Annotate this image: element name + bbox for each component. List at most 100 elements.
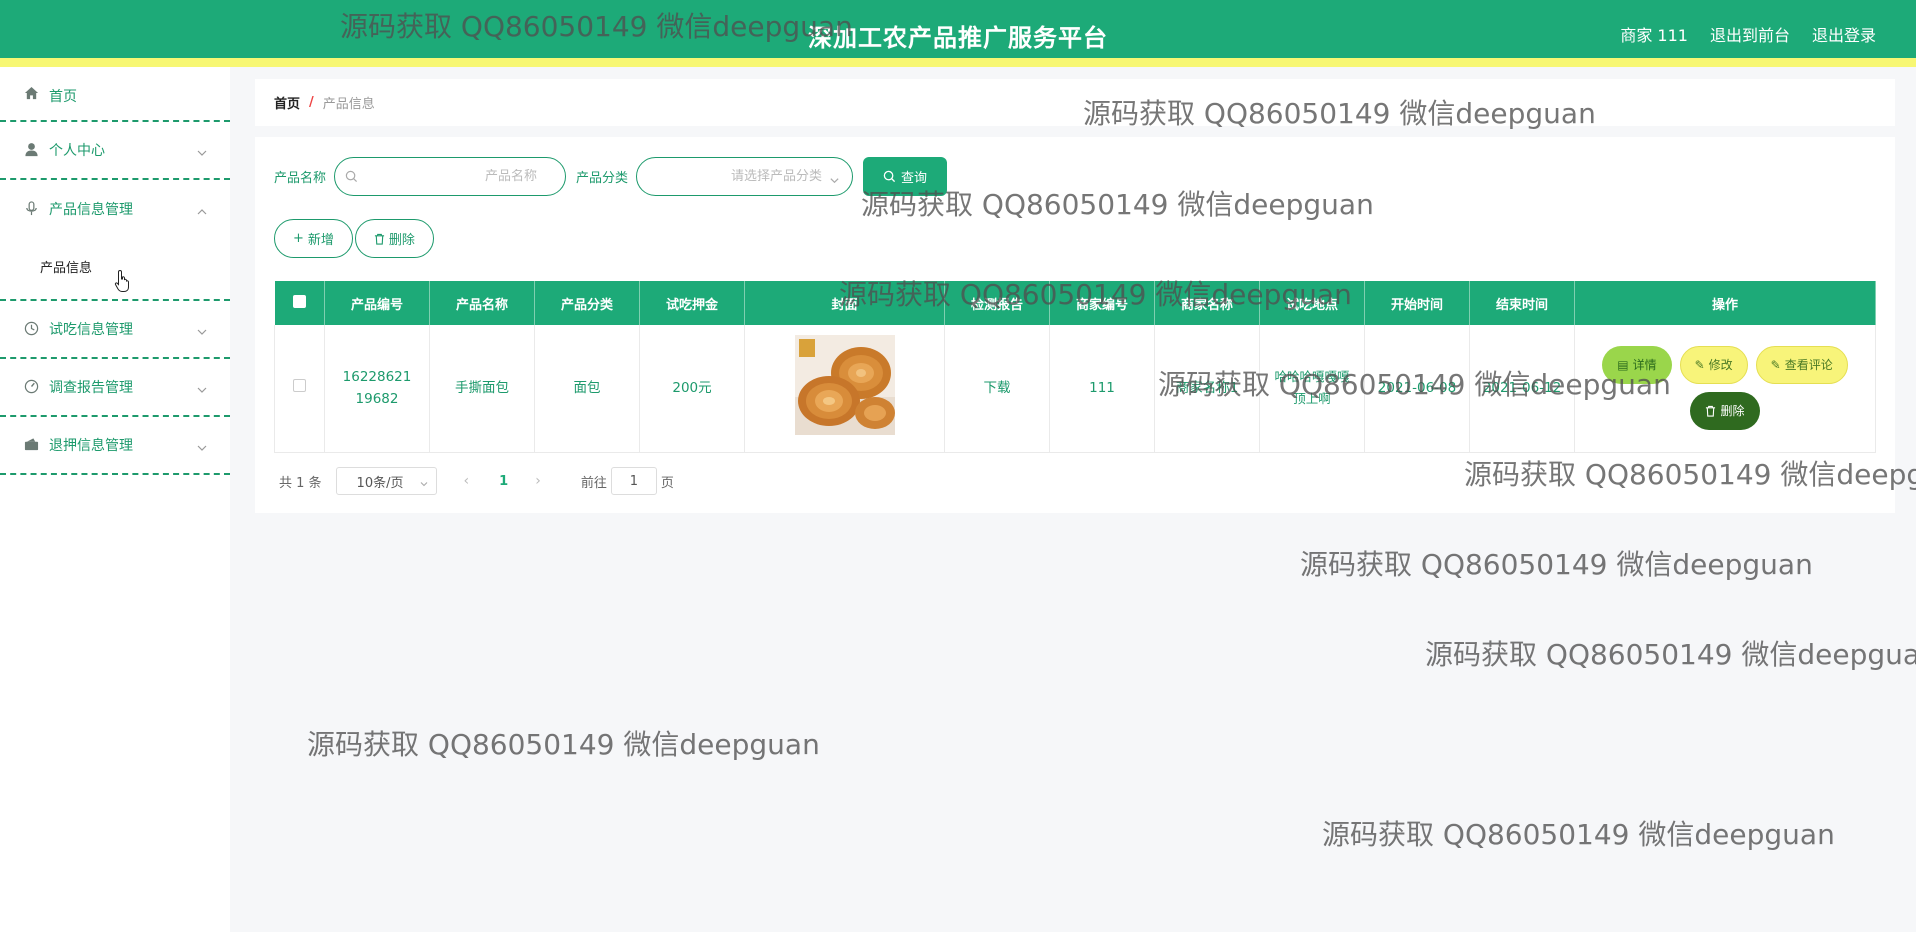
chevron-down-icon	[196, 323, 208, 335]
select-all-header[interactable]	[274, 281, 325, 325]
product-table: 产品编号 产品名称 产品分类 试吃押金 封面 检测报告 商家编号 商家名称 试吃…	[274, 281, 1876, 453]
edit-button[interactable]: ✎ 修改	[1679, 346, 1748, 385]
product-name-label: 产品名称	[274, 171, 327, 186]
breadcrumb-home[interactable]: 首页	[274, 93, 300, 112]
product-code-cell: 1622862119682	[324, 325, 430, 453]
edit-button-label: 修改	[1708, 358, 1733, 373]
column-header: 商家编号	[1049, 281, 1155, 325]
search-button[interactable]: 查询	[863, 157, 948, 196]
sidebar-subitem-product-info[interactable]: 产品信息	[40, 261, 92, 276]
page-number-current[interactable]: 1	[499, 474, 508, 489]
sidebar-item-label: 退押信息管理	[49, 438, 133, 454]
merchant-account-link[interactable]: 商家 111	[1620, 22, 1688, 46]
top-header: 深加工农产品推广服务平台 商家 111 退出到前台 退出登录	[0, 0, 1916, 67]
page-size-select[interactable]: 10条/页	[335, 467, 437, 495]
plus-icon: +	[293, 231, 304, 246]
deposit-cell: 200元	[639, 325, 745, 453]
pencil-icon: ✎	[1770, 358, 1781, 373]
home-icon	[24, 86, 40, 102]
sidebar-item-label: 调查报告管理	[49, 380, 133, 396]
row-actions: ▤ 详情 ✎ 修改 ✎ 查看评论 删除	[1575, 346, 1875, 431]
select-all-checkbox[interactable]	[292, 294, 306, 308]
table-row: 1622862119682 手撕面包 面包 200元 下载 111 商家名称1 …	[274, 325, 1876, 453]
end-time-cell: 2021-06-12	[1469, 325, 1575, 453]
action-bar: + 新增 删除	[274, 219, 434, 258]
add-button[interactable]: + 新增	[274, 219, 353, 258]
product-category-input[interactable]	[647, 169, 823, 184]
chevron-down-icon	[196, 439, 208, 451]
next-page-icon[interactable]: ›	[535, 473, 541, 489]
column-header: 产品编号	[324, 281, 430, 325]
column-header: 试吃地点	[1259, 281, 1365, 325]
goto-page-input[interactable]	[610, 467, 657, 495]
product-category-select[interactable]	[636, 157, 854, 196]
chevron-down-icon	[420, 477, 428, 487]
prev-page-icon[interactable]: ‹	[464, 473, 470, 489]
trash-icon	[374, 233, 385, 245]
search-button-label: 查询	[901, 171, 928, 186]
trash-icon	[1705, 405, 1716, 417]
operations-cell: ▤ 详情 ✎ 修改 ✎ 查看评论 删除	[1574, 325, 1876, 453]
column-header: 产品名称	[429, 281, 535, 325]
chevron-down-icon	[829, 171, 840, 190]
product-name-input[interactable]	[364, 169, 538, 184]
pencil-icon: ✎	[1694, 358, 1705, 373]
row-checkbox[interactable]	[293, 379, 306, 393]
column-header: 封面	[744, 281, 945, 325]
column-header: 操作	[1574, 281, 1876, 325]
column-header: 试吃押金	[639, 281, 745, 325]
row-delete-label: 删除	[1720, 404, 1745, 419]
product-category-cell: 面包	[534, 325, 640, 453]
header-links: 商家 111 退出到前台 退出登录	[1598, 22, 1876, 46]
sidebar-item-personal-center[interactable]: 个人中心	[0, 122, 230, 180]
column-header: 检测报告	[944, 281, 1050, 325]
row-select-cell	[274, 325, 325, 453]
wallet-icon	[24, 437, 40, 453]
batch-delete-button[interactable]: 删除	[354, 219, 434, 258]
search-icon	[883, 170, 896, 183]
sidebar-item-tasting-management[interactable]: 试吃信息管理	[0, 301, 230, 359]
header-stripe	[0, 58, 1916, 67]
logout-link[interactable]: 退出登录	[1812, 22, 1876, 46]
sidebar-item-home[interactable]: 首页	[0, 67, 230, 122]
view-comments-button[interactable]: ✎ 查看评论	[1755, 346, 1848, 385]
table-header-row: 产品编号 产品名称 产品分类 试吃押金 封面 检测报告 商家编号 商家名称 试吃…	[274, 281, 1876, 325]
product-list-panel: 产品名称 产品分类 查询 + 新增	[255, 137, 1895, 513]
sidebar-item-refund-management[interactable]: 退押信息管理	[0, 417, 230, 475]
breadcrumb-current: 产品信息	[322, 97, 375, 112]
bread-cover-image	[794, 334, 895, 442]
add-button-label: 新增	[307, 233, 334, 248]
back-to-frontend-link[interactable]: 退出到前台	[1710, 22, 1790, 46]
watermark: 源码获取 QQ86050149 微信deepguan	[1322, 818, 1835, 851]
sidebar-item-product-management[interactable]: 产品信息管理	[0, 180, 230, 238]
search-bar: 产品名称 产品分类 查询	[274, 157, 948, 196]
total-count: 共 1 条	[279, 475, 322, 491]
row-delete-button[interactable]: 删除	[1690, 392, 1760, 431]
document-icon: ▤	[1617, 358, 1629, 373]
detail-button[interactable]: ▤ 详情	[1602, 346, 1672, 385]
delete-button-label: 删除	[388, 233, 415, 248]
sidebar-item-label: 试吃信息管理	[49, 322, 133, 338]
column-header: 结束时间	[1469, 281, 1575, 325]
chevron-up-icon	[196, 203, 208, 215]
search-icon	[345, 170, 358, 183]
column-header: 开始时间	[1364, 281, 1470, 325]
merchant-code-cell: 111	[1049, 325, 1155, 453]
sidebar-item-label: 首页	[49, 89, 77, 105]
sidebar-item-survey-management[interactable]: 调查报告管理	[0, 359, 230, 417]
report-download-link[interactable]: 下载	[944, 325, 1050, 453]
column-header: 产品分类	[534, 281, 640, 325]
breadcrumb-separator: /	[309, 95, 314, 110]
cover-cell	[744, 325, 945, 453]
start-time-cell: 2021-06-08	[1364, 325, 1470, 453]
location-cell: 哈哈哈嘎嘎嘎顶上啊	[1259, 325, 1365, 453]
gauge-icon	[24, 379, 40, 395]
sidebar-item-label: 个人中心	[49, 143, 105, 159]
product-name-cell: 手撕面包	[429, 325, 535, 453]
column-header: 商家名称	[1154, 281, 1260, 325]
watermark: 源码获取 QQ86050149 微信deepguan	[307, 728, 820, 761]
breadcrumb: 首页 / 产品信息	[255, 79, 1895, 126]
goto-label: 前往	[580, 475, 607, 491]
chevron-down-icon	[196, 144, 208, 156]
watermark: 源码获取 QQ86050149 微信deepguan	[1300, 548, 1813, 581]
